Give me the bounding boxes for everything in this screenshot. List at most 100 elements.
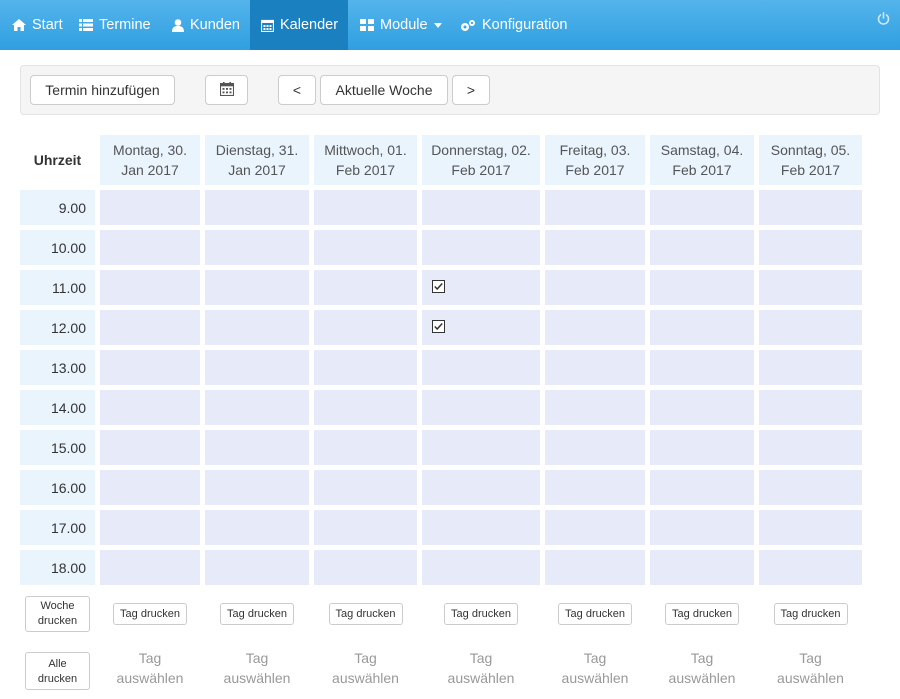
calendar-slot[interactable]	[545, 190, 645, 225]
nav-start[interactable]: Start	[0, 0, 68, 50]
calendar-slot[interactable]	[759, 550, 862, 585]
calendar-slot[interactable]	[314, 430, 417, 465]
calendar-slot[interactable]	[759, 430, 862, 465]
calendar-slot[interactable]	[650, 190, 754, 225]
power-icon[interactable]	[877, 12, 890, 30]
calendar-slot[interactable]	[422, 550, 540, 585]
calendar-slot[interactable]	[650, 510, 754, 545]
checkbox-checked-icon[interactable]	[432, 280, 445, 298]
select-day-link[interactable]: Tag auswählen	[212, 648, 302, 688]
calendar-slot[interactable]	[205, 230, 309, 265]
date-picker-button[interactable]	[205, 75, 248, 105]
calendar-slot[interactable]	[422, 230, 540, 265]
calendar-slot[interactable]	[545, 550, 645, 585]
calendar-slot[interactable]	[205, 390, 309, 425]
calendar-slot[interactable]	[545, 510, 645, 545]
calendar-slot[interactable]	[205, 430, 309, 465]
print-day-button[interactable]: Tag drucken	[113, 603, 187, 625]
calendar-slot[interactable]	[545, 310, 645, 345]
calendar-slot[interactable]	[422, 350, 540, 385]
select-day-link[interactable]: Tag auswählen	[321, 648, 411, 688]
calendar-slot[interactable]	[422, 190, 540, 225]
calendar-slot[interactable]	[650, 390, 754, 425]
calendar-slot[interactable]	[650, 430, 754, 465]
prev-week-button[interactable]: <	[278, 75, 316, 105]
calendar-slot[interactable]	[759, 190, 862, 225]
add-appointment-button[interactable]: Termin hinzufügen	[30, 75, 175, 105]
calendar-slot[interactable]	[314, 310, 417, 345]
calendar-slot[interactable]	[314, 390, 417, 425]
calendar-slot[interactable]	[422, 470, 540, 505]
calendar-slot[interactable]	[100, 550, 200, 585]
calendar-slot[interactable]	[314, 470, 417, 505]
calendar-slot[interactable]	[759, 310, 862, 345]
calendar-slot[interactable]	[100, 350, 200, 385]
calendar-slot[interactable]	[205, 310, 309, 345]
print-day-button[interactable]: Tag drucken	[220, 603, 294, 625]
calendar-slot[interactable]	[205, 190, 309, 225]
calendar-slot[interactable]	[100, 310, 200, 345]
print-day-button[interactable]: Tag drucken	[444, 603, 518, 625]
calendar-slot[interactable]	[545, 430, 645, 465]
current-week-button[interactable]: Aktuelle Woche	[320, 75, 448, 105]
calendar-slot[interactable]	[205, 510, 309, 545]
print-day-button[interactable]: Tag drucken	[773, 603, 848, 625]
calendar-slot[interactable]	[422, 510, 540, 545]
calendar-slot[interactable]	[100, 430, 200, 465]
nav-termine[interactable]: Termine	[79, 0, 161, 50]
select-day-link[interactable]: Tag auswählen	[436, 648, 526, 688]
calendar-slot[interactable]	[205, 350, 309, 385]
nav-kunden[interactable]: Kunden	[172, 0, 247, 50]
calendar-slot[interactable]	[759, 270, 862, 305]
calendar-slot[interactable]	[759, 390, 862, 425]
nav-konfiguration[interactable]: Konfiguration	[460, 0, 580, 50]
print-day-button[interactable]: Tag drucken	[665, 603, 739, 625]
calendar-slot[interactable]	[759, 470, 862, 505]
calendar-slot[interactable]	[650, 550, 754, 585]
checkbox-checked-icon[interactable]	[432, 320, 445, 338]
print-day-button[interactable]: Tag drucken	[328, 603, 403, 625]
calendar-slot[interactable]	[545, 230, 645, 265]
calendar-slot[interactable]	[100, 270, 200, 305]
calendar-slot[interactable]	[205, 270, 309, 305]
calendar-slot[interactable]	[100, 230, 200, 265]
calendar-slot[interactable]	[545, 350, 645, 385]
calendar-slot[interactable]	[314, 350, 417, 385]
next-week-button[interactable]: >	[452, 75, 490, 105]
calendar-slot[interactable]	[545, 390, 645, 425]
calendar-slot[interactable]	[314, 550, 417, 585]
select-all-print-button[interactable]: Alle drucken	[25, 652, 90, 690]
calendar-slot[interactable]	[100, 510, 200, 545]
calendar-slot[interactable]	[422, 390, 540, 425]
calendar-slot[interactable]	[205, 550, 309, 585]
nav-kalender[interactable]: Kalender	[250, 0, 348, 50]
print-week-button[interactable]: Woche drucken	[25, 596, 90, 632]
calendar-slot[interactable]	[759, 230, 862, 265]
calendar-slot[interactable]	[650, 270, 754, 305]
calendar-slot[interactable]	[759, 510, 862, 545]
calendar-slot[interactable]	[314, 230, 417, 265]
calendar-slot[interactable]	[545, 470, 645, 505]
calendar-slot[interactable]	[422, 270, 540, 305]
calendar-slot[interactable]	[650, 470, 754, 505]
calendar-slot[interactable]	[314, 190, 417, 225]
calendar-slot[interactable]	[422, 310, 540, 345]
calendar-slot[interactable]	[100, 390, 200, 425]
calendar-slot[interactable]	[100, 470, 200, 505]
calendar-slot[interactable]	[314, 510, 417, 545]
select-day-link[interactable]: Tag auswählen	[657, 648, 747, 688]
print-day-button[interactable]: Tag drucken	[558, 603, 632, 625]
calendar-slot[interactable]	[759, 350, 862, 385]
calendar-slot[interactable]	[314, 270, 417, 305]
select-day-link[interactable]: Tag auswählen	[766, 648, 856, 688]
calendar-slot[interactable]	[205, 470, 309, 505]
calendar-slot[interactable]	[650, 230, 754, 265]
nav-module[interactable]: Module	[360, 0, 450, 50]
calendar-slot[interactable]	[545, 270, 645, 305]
calendar-slot[interactable]	[650, 310, 754, 345]
calendar-slot[interactable]	[650, 350, 754, 385]
select-day-link[interactable]: Tag auswählen	[550, 648, 640, 688]
select-day-link[interactable]: Tag auswählen	[105, 648, 195, 688]
calendar-slot[interactable]	[422, 430, 540, 465]
calendar-slot[interactable]	[100, 190, 200, 225]
